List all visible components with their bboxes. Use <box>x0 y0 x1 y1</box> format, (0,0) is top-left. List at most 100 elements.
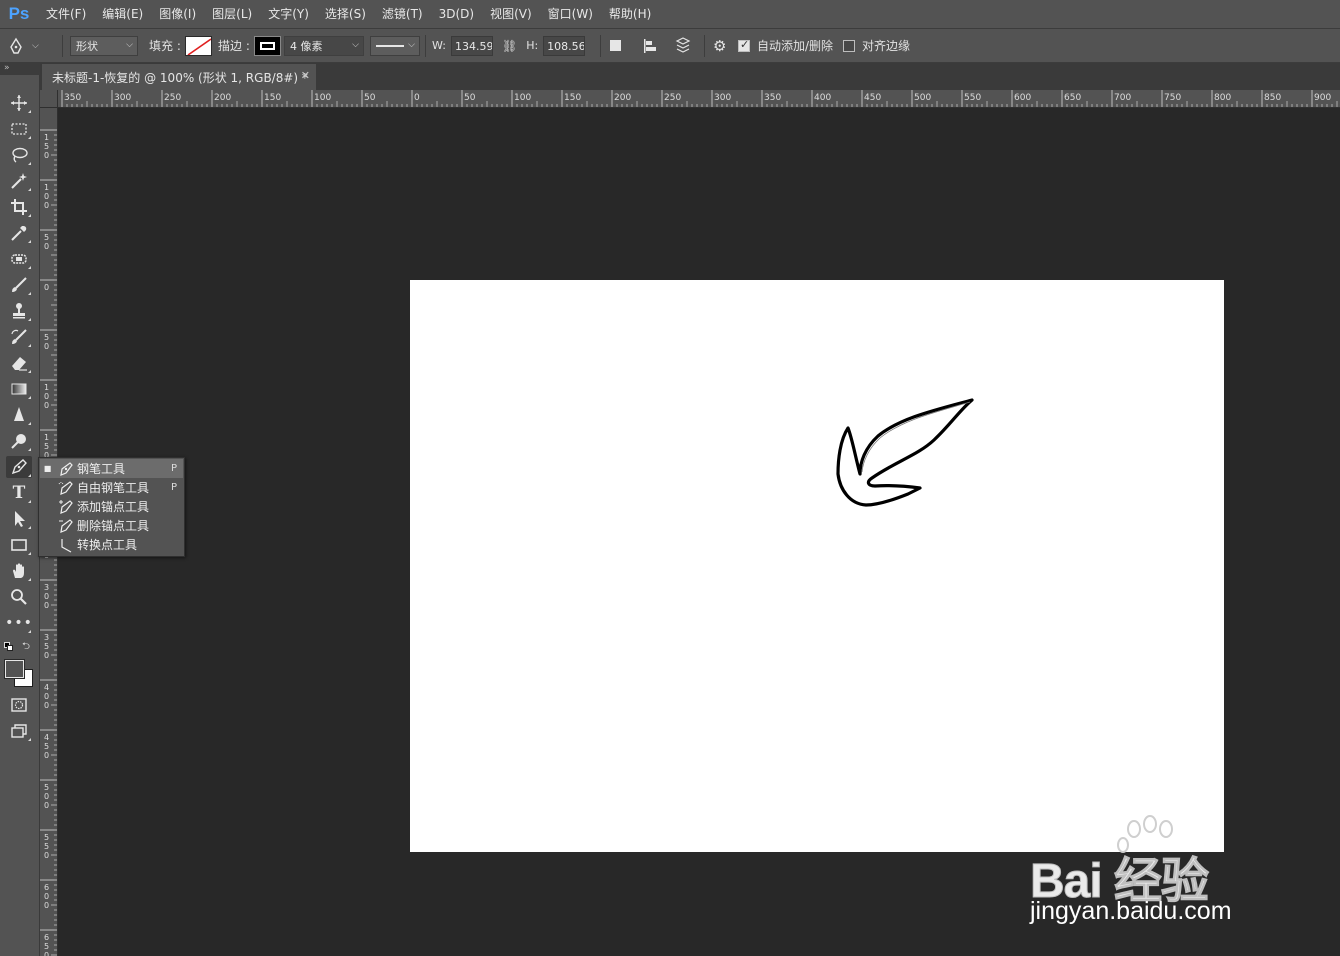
marquee-tool-icon[interactable] <box>6 118 32 140</box>
path-operations-button[interactable] <box>610 29 621 62</box>
stroke-width-field[interactable]: 4 像素 ⌵ <box>284 35 364 56</box>
width-value: 134.59 像 <box>454 39 493 53</box>
document-tab-title: 未标题-1-恢复的 @ 100% (形状 1, RGB/8#) * <box>52 70 308 85</box>
ruler-label: 200 <box>214 93 231 103</box>
menu-window[interactable]: 窗口(W) <box>540 0 601 28</box>
menu-bar: Ps 文件(F) 编辑(E) 图像(I) 图层(L) 文字(Y) 选择(S) 滤… <box>0 0 1340 28</box>
height-value: 108.56 像 <box>547 39 586 53</box>
gear-icon: ⚙ <box>713 36 727 55</box>
ruler-label: 5 <box>44 783 49 792</box>
dodge-tool-icon[interactable] <box>6 430 32 452</box>
width-input[interactable]: 134.59 像 <box>450 35 493 56</box>
tool-mode-value: 形状 <box>76 39 98 53</box>
ruler-label: 1 <box>44 133 49 142</box>
flyout-item-convert-point[interactable]: 转换点工具 <box>40 535 183 554</box>
ruler-label: 50 <box>464 93 476 103</box>
tool-mode-select[interactable]: 形状 ⌵ <box>70 35 138 56</box>
height-input[interactable]: 108.56 像 <box>543 35 586 56</box>
document-tab-bar: 未标题-1-恢复的 @ 100% (形状 1, RGB/8#) * ✕ <box>40 63 1340 90</box>
menu-type[interactable]: 文字(Y) <box>260 0 317 28</box>
menu-help[interactable]: 帮助(H) <box>601 0 659 28</box>
shortcut-key: P <box>170 482 177 493</box>
ruler-label: 5 <box>44 333 49 342</box>
ruler-label: 5 <box>44 833 49 842</box>
chevron-down-icon: ⌵ <box>408 39 415 50</box>
height-label: H: <box>526 39 539 52</box>
screen-mode-icon[interactable] <box>6 720 32 742</box>
ruler-label: 0 <box>44 592 49 601</box>
lasso-tool-icon[interactable] <box>6 144 32 166</box>
ruler-label: 0 <box>44 242 49 251</box>
tool-preset-picker[interactable]: ⌵ <box>6 29 39 62</box>
flyout-item-pen[interactable]: ■ 钢笔工具 P <box>40 459 183 478</box>
flyout-item-label: 删除锚点工具 <box>77 519 150 533</box>
healing-brush-tool-icon[interactable] <box>6 248 32 270</box>
magic-wand-tool-icon[interactable] <box>6 170 32 192</box>
stamp-tool-icon[interactable] <box>6 300 32 322</box>
quick-mask-icon[interactable] <box>6 694 32 716</box>
leaf-shape-path[interactable] <box>410 280 1224 852</box>
ruler-label: 300 <box>114 93 131 103</box>
align-edges-checkbox[interactable] <box>843 39 855 52</box>
foreground-color-swatch[interactable] <box>4 659 25 679</box>
flyout-item-add-anchor[interactable]: 添加锚点工具 <box>40 497 183 516</box>
gradient-tool-icon[interactable] <box>6 378 32 400</box>
ruler-label: 0 <box>44 901 49 910</box>
stroke-type-select[interactable]: ⌵ <box>370 35 420 56</box>
brush-tool-icon[interactable] <box>6 274 32 296</box>
ruler-label: 0 <box>44 601 49 610</box>
swap-colors-icon[interactable]: ⮌ <box>22 639 30 656</box>
crop-tool-icon[interactable] <box>6 196 32 218</box>
move-tool-icon[interactable] <box>6 92 32 114</box>
menu-image[interactable]: 图像(I) <box>151 0 204 28</box>
link-icon[interactable]: ⛓ <box>502 39 517 53</box>
ruler-label: 250 <box>164 93 181 103</box>
auto-add-delete-label: 自动添加/删除 <box>757 39 834 53</box>
ruler-label: 600 <box>1014 93 1031 103</box>
path-selection-tool-icon[interactable] <box>6 508 32 530</box>
type-tool-icon[interactable]: T <box>6 482 32 504</box>
ruler-label: 1 <box>44 383 49 392</box>
default-colors-icon[interactable] <box>4 642 14 652</box>
close-icon[interactable]: ✕ <box>301 69 310 82</box>
settings-button[interactable]: ⚙ <box>713 29 726 62</box>
zoom-tool-icon[interactable] <box>6 586 32 608</box>
document-canvas[interactable] <box>410 280 1224 852</box>
menu-view[interactable]: 视图(V) <box>482 0 540 28</box>
pen-tool-icon[interactable] <box>6 456 32 478</box>
ruler-label: 0 <box>44 892 49 901</box>
more-tools-icon[interactable]: ••• <box>5 612 32 634</box>
menu-3d[interactable]: 3D(D) <box>431 0 482 28</box>
history-brush-tool-icon[interactable] <box>6 326 32 348</box>
menu-file[interactable]: 文件(F) <box>38 0 94 28</box>
path-operations-icon <box>610 40 621 51</box>
menu-filter[interactable]: 滤镜(T) <box>374 0 431 28</box>
fill-swatch[interactable] <box>184 35 212 56</box>
ruler-label: 900 <box>1314 93 1331 103</box>
horizontal-ruler[interactable]: 350 300 250 200 150 100 50 0 50 100 150 200 250 300 35… <box>58 90 1340 108</box>
ruler-label: 0 <box>44 851 49 860</box>
ruler-label: 0 <box>44 201 49 210</box>
eraser-tool-icon[interactable] <box>6 352 32 374</box>
rectangle-tool-icon[interactable] <box>6 534 32 556</box>
flyout-item-freeform-pen[interactable]: 自由钢笔工具 P <box>40 478 183 497</box>
eyedropper-tool-icon[interactable] <box>6 222 32 244</box>
pen-tools-flyout: ■ 钢笔工具 P 自由钢笔工具 P 添加锚点工具 删除锚点工具 转换点工具 <box>38 457 185 557</box>
ruler-label: 0 <box>44 342 49 351</box>
toolbar-collapse-toggle[interactable]: » <box>0 63 40 75</box>
pen-preset-icon <box>6 36 26 56</box>
flyout-item-delete-anchor[interactable]: 删除锚点工具 <box>40 516 183 535</box>
path-alignment-button[interactable] <box>642 29 658 62</box>
auto-add-delete-checkbox[interactable] <box>738 38 750 52</box>
document-tab[interactable]: 未标题-1-恢复的 @ 100% (形状 1, RGB/8#) * ✕ <box>42 64 316 90</box>
flyout-item-label: 转换点工具 <box>77 538 138 552</box>
hand-tool-icon[interactable] <box>6 560 32 582</box>
stroke-swatch[interactable] <box>253 35 281 56</box>
ruler-label: 200 <box>614 93 631 103</box>
path-arrangement-button[interactable] <box>674 29 692 62</box>
menu-select[interactable]: 选择(S) <box>317 0 374 28</box>
ruler-origin[interactable] <box>40 90 58 108</box>
menu-layer[interactable]: 图层(L) <box>204 0 260 28</box>
blur-tool-icon[interactable] <box>6 404 32 426</box>
menu-edit[interactable]: 编辑(E) <box>94 0 151 28</box>
